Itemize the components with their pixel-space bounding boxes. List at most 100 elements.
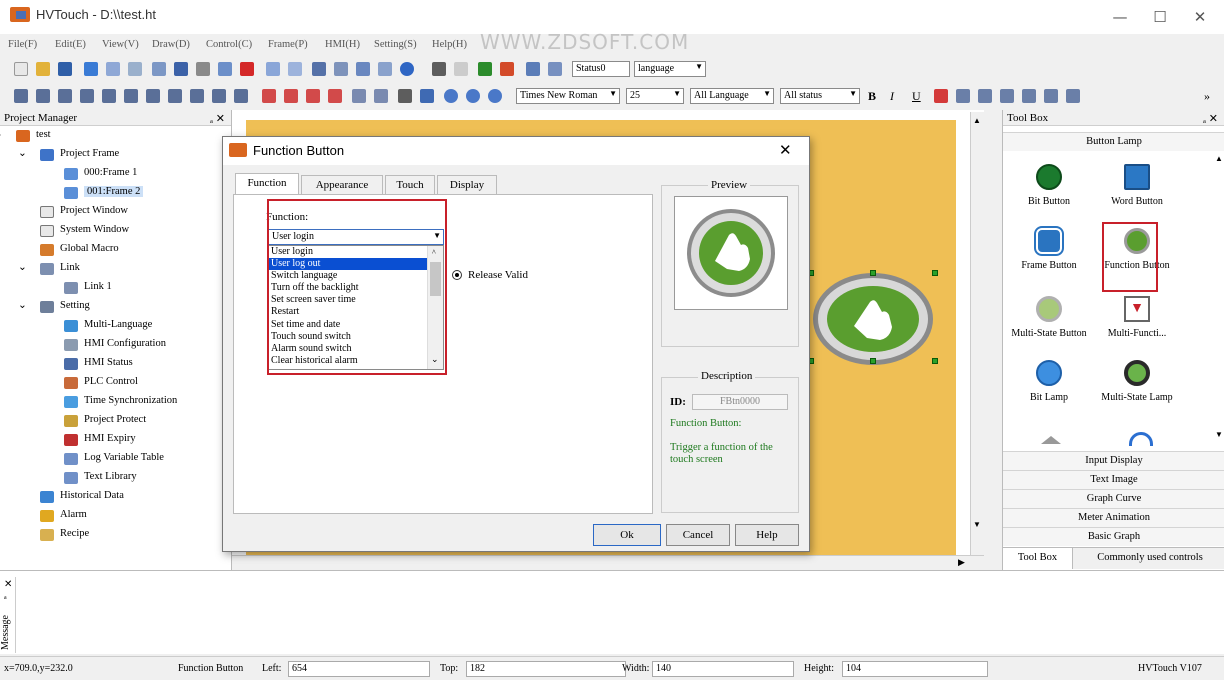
status-combo[interactable]: Status0	[572, 61, 630, 77]
release-valid-radio[interactable]	[452, 270, 462, 280]
align-middle-icon[interactable]	[124, 89, 138, 103]
tab-display[interactable]: Display	[437, 175, 497, 195]
chevron-down-icon[interactable]: ⌄	[0, 128, 3, 140]
tool-multi-state-lamp[interactable]: Multi-State Lamp	[1097, 360, 1177, 403]
tool-bit-lamp[interactable]: Bit Lamp	[1009, 360, 1089, 403]
all-status-combo[interactable]: All status ▼	[780, 88, 860, 104]
tree-item-project-protect[interactable]: Project Protect	[84, 414, 146, 425]
undo-icon[interactable]	[266, 62, 280, 76]
arrow-icon[interactable]	[420, 89, 434, 103]
find-icon[interactable]	[312, 62, 326, 76]
copy-frame-icon[interactable]	[152, 62, 166, 76]
toolbox-scroll-down-icon[interactable]: ▼	[1215, 430, 1223, 439]
scroll-up-icon[interactable]: ▲	[973, 116, 981, 125]
tool-multi-state-button[interactable]: Multi-State Button	[1009, 296, 1089, 339]
close-window-button[interactable]: ✕	[1180, 6, 1220, 28]
grid-icon[interactable]	[1066, 89, 1080, 103]
layer-bottom-icon[interactable]	[328, 89, 342, 103]
tree-item-001-frame-2[interactable]: 001:Frame 2	[84, 186, 144, 197]
section-button-lamp[interactable]: Button Lamp	[1003, 132, 1224, 151]
tree-item-multi-language[interactable]: Multi-Language	[84, 319, 152, 330]
group-icon[interactable]	[352, 89, 366, 103]
offline-sim-icon[interactable]	[548, 62, 562, 76]
height-field[interactable]: 104	[842, 661, 988, 677]
zoom-out-icon[interactable]	[466, 89, 480, 103]
scroll-down-icon[interactable]: ▼	[973, 520, 981, 529]
tree-item-recipe[interactable]: Recipe	[60, 528, 89, 539]
download-arrow-icon[interactable]	[478, 62, 492, 76]
menu-file[interactable]: File(F)	[8, 39, 37, 50]
list-icon[interactable]	[378, 62, 392, 76]
help-icon[interactable]	[400, 62, 414, 76]
horizontal-scrollbar[interactable]: ▶	[232, 555, 984, 570]
same-height-icon[interactable]	[212, 89, 226, 103]
panel-pin-close[interactable]: ₐ ✕	[210, 112, 225, 125]
tab-touch[interactable]: Touch	[385, 175, 435, 195]
tree-item-hmi-configuration[interactable]: HMI Configuration	[84, 338, 166, 349]
dialog-close-button[interactable]: ✕	[779, 141, 792, 159]
tree-item-hmi-expiry[interactable]: HMI Expiry	[84, 433, 136, 444]
underline-button[interactable]: U	[912, 89, 921, 104]
panel-pin-close[interactable]: ₐ ✕	[1203, 112, 1218, 125]
frame-icon[interactable]	[128, 62, 142, 76]
section-basic-graph[interactable]: Basic Graph	[1003, 527, 1224, 546]
section-input-display[interactable]: Input Display	[1003, 451, 1224, 470]
scroll-right-icon[interactable]: ▶	[958, 557, 965, 568]
minimize-button[interactable]: —	[1100, 6, 1140, 28]
menu-control[interactable]: Control(C)	[206, 39, 252, 50]
tree-item-global-macro[interactable]: Global Macro	[60, 243, 119, 254]
tab-commonly-used[interactable]: Commonly used controls	[1075, 548, 1224, 569]
bold-button[interactable]: B	[868, 89, 876, 104]
toolbox-scroll-up-icon[interactable]: ▲	[1215, 154, 1223, 163]
zoom-in-icon[interactable]	[444, 89, 458, 103]
font-color-icon[interactable]	[934, 89, 948, 103]
grid-icon[interactable]	[1022, 89, 1036, 103]
simulate-icon[interactable]	[454, 62, 468, 76]
tree-item-hmi-status[interactable]: HMI Status	[84, 357, 133, 368]
triangle-icon[interactable]	[398, 89, 412, 103]
menu-view[interactable]: View(V)	[102, 39, 139, 50]
chevron-down-icon[interactable]: ⌄	[18, 147, 27, 159]
tree-item-link[interactable]: Link	[60, 262, 80, 273]
upload-arrow-icon[interactable]	[500, 62, 514, 76]
download-icon[interactable]	[84, 62, 98, 76]
text-icon[interactable]	[356, 62, 370, 76]
resize-handle[interactable]	[932, 270, 938, 276]
same-size-icon[interactable]	[234, 89, 248, 103]
same-width-icon[interactable]	[190, 89, 204, 103]
online-sim-icon[interactable]	[526, 62, 540, 76]
tree-item-text-library[interactable]: Text Library	[84, 471, 137, 482]
menu-setting[interactable]: Setting(S)	[374, 39, 417, 50]
tree-item-setting[interactable]: Setting	[60, 300, 90, 311]
menu-hmi[interactable]: HMI(H)	[325, 39, 360, 50]
ungroup-icon[interactable]	[374, 89, 388, 103]
resize-handle[interactable]	[870, 358, 876, 364]
resize-handle[interactable]	[870, 270, 876, 276]
grid-icon[interactable]	[978, 89, 992, 103]
grid-icon[interactable]	[106, 62, 120, 76]
replace-icon[interactable]	[334, 62, 348, 76]
tree-item-test[interactable]: test	[36, 129, 51, 140]
distribute-h-icon[interactable]	[146, 89, 160, 103]
tab-tool-box[interactable]: Tool Box	[1003, 548, 1073, 569]
maximize-button[interactable]: ☐	[1140, 6, 1180, 28]
menu-frame[interactable]: Frame(P)	[268, 39, 308, 50]
italic-button[interactable]: I	[890, 89, 894, 104]
window-icon[interactable]	[174, 62, 188, 76]
tab-function[interactable]: Function	[235, 173, 299, 195]
save-icon[interactable]	[58, 62, 72, 76]
gauge-tool-icon[interactable]	[1129, 432, 1153, 446]
tree-item-time-synchronization[interactable]: Time Synchronization	[84, 395, 177, 406]
help-button[interactable]: Help	[735, 524, 799, 546]
grid-icon[interactable]	[956, 89, 970, 103]
align-bottom-icon[interactable]	[36, 89, 50, 103]
grid-icon[interactable]	[1000, 89, 1014, 103]
tool-bit-button[interactable]: Bit Button	[1009, 164, 1089, 207]
grid-icon[interactable]	[1044, 89, 1058, 103]
menu-draw[interactable]: Draw(D)	[152, 39, 190, 50]
tree-item-system-window[interactable]: System Window	[60, 224, 129, 235]
all-language-combo[interactable]: All Language ▼	[690, 88, 774, 104]
cancel-button[interactable]: Cancel	[666, 524, 730, 546]
tree-item-project-frame[interactable]: Project Frame	[60, 148, 119, 159]
open-folder-icon[interactable]	[36, 62, 50, 76]
